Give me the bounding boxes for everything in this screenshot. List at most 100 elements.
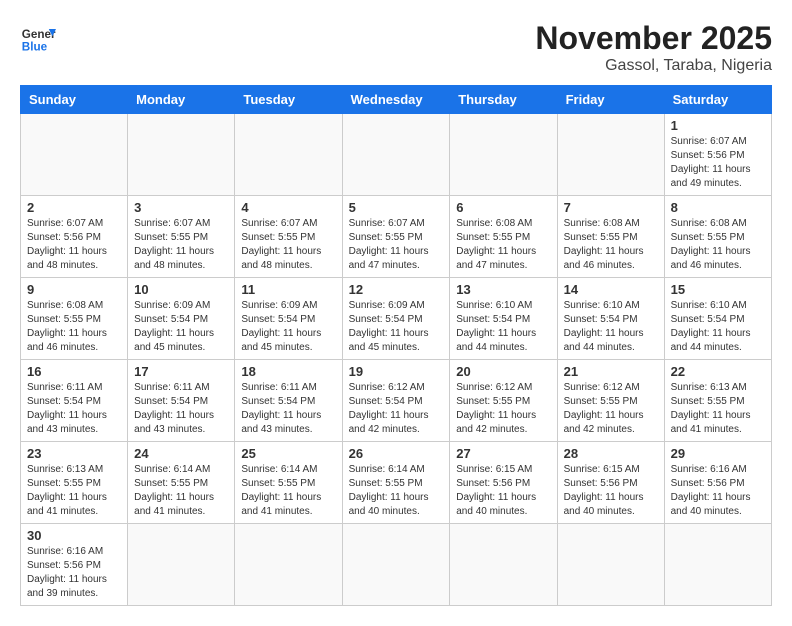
cell-info: Sunrise: 6:07 AM Sunset: 5:55 PM Dayligh… xyxy=(134,217,228,273)
cell-info: Sunrise: 6:11 AM Sunset: 5:54 PM Dayligh… xyxy=(241,381,335,437)
calendar-week-4: 16Sunrise: 6:11 AM Sunset: 5:54 PM Dayli… xyxy=(21,360,772,442)
day-number: 26 xyxy=(349,446,444,461)
day-number: 6 xyxy=(456,200,550,215)
cell-info: Sunrise: 6:07 AM Sunset: 5:55 PM Dayligh… xyxy=(241,217,335,273)
cell-info: Sunrise: 6:08 AM Sunset: 5:55 PM Dayligh… xyxy=(564,217,658,273)
cell-info: Sunrise: 6:10 AM Sunset: 5:54 PM Dayligh… xyxy=(671,299,765,355)
calendar-cell: 4 Sunrise: 6:07 AM Sunset: 5:55 PM Daylig… xyxy=(235,196,342,278)
cell-info: Sunrise: 6:14 AM Sunset: 5:55 PM Dayligh… xyxy=(241,463,335,519)
calendar-cell: 30 Sunrise: 6:16 AM Sunset: 5:56 PM Dayli… xyxy=(21,524,128,606)
day-number: 24 xyxy=(134,446,228,461)
logo: General Blue xyxy=(20,20,56,56)
cell-info: Sunrise: 6:16 AM Sunset: 5:56 PM Dayligh… xyxy=(27,545,121,601)
calendar-cell: 27 Sunrise: 6:15 AM Sunset: 5:56 PM Dayli… xyxy=(450,442,557,524)
calendar-cell: 6 Sunrise: 6:08 AM Sunset: 5:55 PM Daylig… xyxy=(450,196,557,278)
day-number: 15 xyxy=(671,282,765,297)
day-number: 29 xyxy=(671,446,765,461)
header-sunday: Sunday xyxy=(21,86,128,114)
svg-text:Blue: Blue xyxy=(22,41,48,54)
cell-info: Sunrise: 6:10 AM Sunset: 5:54 PM Dayligh… xyxy=(456,299,550,355)
logo-icon: General Blue xyxy=(20,20,56,56)
calendar-week-1: 1Sunrise: 6:07 AM Sunset: 5:56 PM Daylig… xyxy=(21,114,772,196)
day-number: 21 xyxy=(564,364,658,379)
cell-info: Sunrise: 6:15 AM Sunset: 5:56 PM Dayligh… xyxy=(564,463,658,519)
title-block: November 2025 Gassol, Taraba, Nigeria xyxy=(535,20,772,75)
calendar-cell xyxy=(235,114,342,196)
calendar-cell xyxy=(128,114,235,196)
day-number: 10 xyxy=(134,282,228,297)
calendar-cell: 18 Sunrise: 6:11 AM Sunset: 5:54 PM Dayli… xyxy=(235,360,342,442)
cell-info: Sunrise: 6:13 AM Sunset: 5:55 PM Dayligh… xyxy=(27,463,121,519)
day-number: 14 xyxy=(564,282,658,297)
cell-info: Sunrise: 6:12 AM Sunset: 5:55 PM Dayligh… xyxy=(564,381,658,437)
cell-info: Sunrise: 6:12 AM Sunset: 5:55 PM Dayligh… xyxy=(456,381,550,437)
calendar-cell: 7 Sunrise: 6:08 AM Sunset: 5:55 PM Daylig… xyxy=(557,196,664,278)
calendar-cell: 9 Sunrise: 6:08 AM Sunset: 5:55 PM Daylig… xyxy=(21,278,128,360)
calendar-week-3: 9 Sunrise: 6:08 AM Sunset: 5:55 PM Daylig… xyxy=(21,278,772,360)
calendar-cell: 17Sunrise: 6:11 AM Sunset: 5:54 PM Dayli… xyxy=(128,360,235,442)
calendar-cell xyxy=(664,524,771,606)
calendar-cell xyxy=(557,114,664,196)
calendar-cell xyxy=(128,524,235,606)
calendar-cell: 24 Sunrise: 6:14 AM Sunset: 5:55 PM Dayli… xyxy=(128,442,235,524)
day-number: 3 xyxy=(134,200,228,215)
header-thursday: Thursday xyxy=(450,86,557,114)
calendar-cell: 26Sunrise: 6:14 AM Sunset: 5:55 PM Dayli… xyxy=(342,442,450,524)
day-number: 4 xyxy=(241,200,335,215)
day-number: 18 xyxy=(241,364,335,379)
calendar-cell xyxy=(450,114,557,196)
cell-info: Sunrise: 6:16 AM Sunset: 5:56 PM Dayligh… xyxy=(671,463,765,519)
day-number: 7 xyxy=(564,200,658,215)
cell-info: Sunrise: 6:09 AM Sunset: 5:54 PM Dayligh… xyxy=(134,299,228,355)
day-number: 17 xyxy=(134,364,228,379)
calendar-cell xyxy=(235,524,342,606)
calendar-week-5: 23Sunrise: 6:13 AM Sunset: 5:55 PM Dayli… xyxy=(21,442,772,524)
calendar-cell: 10 Sunrise: 6:09 AM Sunset: 5:54 PM Dayli… xyxy=(128,278,235,360)
calendar-cell: 8 Sunrise: 6:08 AM Sunset: 5:55 PM Daylig… xyxy=(664,196,771,278)
cell-info: Sunrise: 6:14 AM Sunset: 5:55 PM Dayligh… xyxy=(134,463,228,519)
calendar-cell xyxy=(21,114,128,196)
calendar-cell: 11Sunrise: 6:09 AM Sunset: 5:54 PM Dayli… xyxy=(235,278,342,360)
calendar-cell: 13 Sunrise: 6:10 AM Sunset: 5:54 PM Dayli… xyxy=(450,278,557,360)
cell-info: Sunrise: 6:08 AM Sunset: 5:55 PM Dayligh… xyxy=(456,217,550,273)
header-tuesday: Tuesday xyxy=(235,86,342,114)
cell-info: Sunrise: 6:11 AM Sunset: 5:54 PM Dayligh… xyxy=(27,381,121,437)
header-friday: Friday xyxy=(557,86,664,114)
calendar-cell xyxy=(342,524,450,606)
day-number: 20 xyxy=(456,364,550,379)
day-number: 9 xyxy=(27,282,121,297)
calendar-cell: 15 Sunrise: 6:10 AM Sunset: 5:54 PM Dayli… xyxy=(664,278,771,360)
calendar-cell xyxy=(557,524,664,606)
calendar-cell: 1Sunrise: 6:07 AM Sunset: 5:56 PM Daylig… xyxy=(664,114,771,196)
day-number: 28 xyxy=(564,446,658,461)
header-wednesday: Wednesday xyxy=(342,86,450,114)
cell-info: Sunrise: 6:08 AM Sunset: 5:55 PM Dayligh… xyxy=(671,217,765,273)
page-header: General Blue November 2025 Gassol, Tarab… xyxy=(20,20,772,75)
day-number: 25 xyxy=(241,446,335,461)
month-year: November 2025 xyxy=(535,20,772,57)
calendar-cell: 20 Sunrise: 6:12 AM Sunset: 5:55 PM Dayli… xyxy=(450,360,557,442)
cell-info: Sunrise: 6:08 AM Sunset: 5:55 PM Dayligh… xyxy=(27,299,121,355)
day-number: 30 xyxy=(27,528,121,543)
calendar-cell xyxy=(342,114,450,196)
calendar-cell: 22Sunrise: 6:13 AM Sunset: 5:55 PM Dayli… xyxy=(664,360,771,442)
calendar-cell: 28 Sunrise: 6:15 AM Sunset: 5:56 PM Dayli… xyxy=(557,442,664,524)
calendar-cell xyxy=(450,524,557,606)
calendar-cell: 25 Sunrise: 6:14 AM Sunset: 5:55 PM Dayli… xyxy=(235,442,342,524)
day-number: 27 xyxy=(456,446,550,461)
cell-info: Sunrise: 6:15 AM Sunset: 5:56 PM Dayligh… xyxy=(456,463,550,519)
calendar-header-row: SundayMondayTuesdayWednesdayThursdayFrid… xyxy=(21,86,772,114)
header-saturday: Saturday xyxy=(664,86,771,114)
day-number: 13 xyxy=(456,282,550,297)
cell-info: Sunrise: 6:09 AM Sunset: 5:54 PM Dayligh… xyxy=(241,299,335,355)
calendar-cell: 12Sunrise: 6:09 AM Sunset: 5:54 PM Dayli… xyxy=(342,278,450,360)
calendar-cell: 21 Sunrise: 6:12 AM Sunset: 5:55 PM Dayli… xyxy=(557,360,664,442)
day-number: 8 xyxy=(671,200,765,215)
day-number: 1 xyxy=(671,118,765,133)
header-monday: Monday xyxy=(128,86,235,114)
day-number: 22 xyxy=(671,364,765,379)
calendar-cell: 19Sunrise: 6:12 AM Sunset: 5:54 PM Dayli… xyxy=(342,360,450,442)
calendar-cell: 2Sunrise: 6:07 AM Sunset: 5:56 PM Daylig… xyxy=(21,196,128,278)
calendar-cell: 14Sunrise: 6:10 AM Sunset: 5:54 PM Dayli… xyxy=(557,278,664,360)
calendar-cell: 29 Sunrise: 6:16 AM Sunset: 5:56 PM Dayli… xyxy=(664,442,771,524)
